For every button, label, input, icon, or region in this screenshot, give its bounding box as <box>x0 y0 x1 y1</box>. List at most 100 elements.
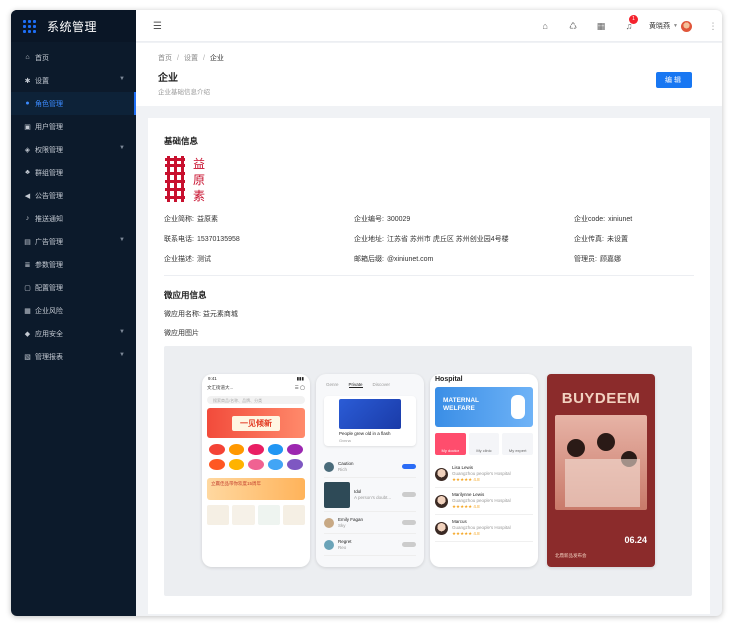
category-icon <box>267 444 284 455</box>
info-field-label: 企业简称: <box>164 216 194 223</box>
sidebar-item[interactable]: ⌂ 首页 <box>11 46 136 69</box>
sidebar-item-label: 角色管理 <box>35 100 63 108</box>
doctor-item: Marilynne Lewis Guangzhou people's Hospit… <box>435 488 533 515</box>
sidebar-item[interactable]: ✱ 设置 ▼ <box>11 69 136 92</box>
info-field: 企业传真: 未设置 <box>574 234 628 244</box>
music-list-item: Caution Rich <box>324 456 416 478</box>
content-card: 基础信息 益 原 素 企业简称: 益原素 企业编号: 300029 企业code: xin… <box>148 118 710 614</box>
music-tab: Genre <box>326 382 339 387</box>
sidebar-item[interactable]: ▧ 管理报表 ▼ <box>11 345 136 368</box>
music-tab: Discover <box>372 382 391 387</box>
sidebar-item[interactable]: ▤ 广告管理 ▼ <box>11 230 136 253</box>
doctor-list: Lisa Lewis Guangzhou people's Hospital ★★★… <box>430 459 538 544</box>
logo-char-1: 益 <box>193 157 205 171</box>
sidebar-item-label: 配置管理 <box>35 284 63 292</box>
music-card: People grew old in a flash Gvnna <box>324 396 416 446</box>
info-field-label: 联系电话: <box>164 236 194 243</box>
product-thumb <box>207 505 230 525</box>
status-time: 9:41 <box>208 376 217 381</box>
music-item-sub: A person's doubt... <box>354 494 392 500</box>
sidebar-item[interactable]: ◆ 应用安全 ▼ <box>11 322 136 345</box>
tile: My expert <box>502 433 534 455</box>
home-icon[interactable]: ⌂ <box>531 21 559 31</box>
music-thumb <box>324 481 350 508</box>
breadcrumb-separator: / <box>202 55 205 62</box>
sidebar-item[interactable]: ● 角色管理 <box>11 92 136 115</box>
app-logo[interactable]: 系统管理 <box>11 10 136 42</box>
shop-products <box>202 500 310 530</box>
image-gallery: 9:41 ▮▮▮ 文汇街道大... ☰ ◯ 搜索商品/名称、品牌、分类 一见倾新 立… <box>164 346 692 596</box>
doctor-rating: 4.8 <box>473 504 480 509</box>
user-menu[interactable]: 黄晓燕 ▼ <box>649 20 692 32</box>
shop-banner: 一见倾新 <box>207 408 305 438</box>
user-name: 黄晓燕 <box>649 23 671 30</box>
album-cover <box>339 399 401 429</box>
music-card-title: People grew old in a flash <box>339 431 391 436</box>
doctor-figure <box>511 395 525 419</box>
play-button <box>402 464 416 469</box>
info-field: 联系电话: 15370135958 <box>164 234 240 244</box>
screenshot-hospital[interactable]: Hospital MATERNAL WELFARE My doctor My cl… <box>430 374 538 567</box>
info-field-label: 邮箱后缀: <box>354 256 384 263</box>
menu-toggle-icon[interactable]: ☰ <box>153 21 162 32</box>
megaphone-icon: ◀ <box>24 192 31 200</box>
sidebar-item[interactable]: ≣ 参数管理 <box>11 253 136 276</box>
sidebar-item[interactable]: ▢ 配置管理 <box>11 276 136 299</box>
more-vertical-icon[interactable]: ⋮ <box>704 21 722 32</box>
edit-button[interactable]: 编辑 <box>656 72 692 88</box>
category-icon <box>248 459 264 470</box>
doctor-avatar <box>435 467 448 481</box>
micro-name-label: 微应用名称: <box>164 311 201 318</box>
doctor-avatar <box>435 521 448 535</box>
info-field-label: 企业描述: <box>164 256 194 263</box>
battery-icon: ▮▮▮ <box>296 376 304 381</box>
sidebar-item[interactable]: ◈ 权限管理 ▼ <box>11 138 136 161</box>
event-date: 06.24 <box>624 535 647 545</box>
gear-icon: ✱ <box>24 77 31 85</box>
chevron-down-icon: ▼ <box>673 23 678 29</box>
breadcrumb-item-settings[interactable]: 设置 <box>184 55 198 62</box>
bell-icon[interactable]: ♫ 1 <box>615 15 643 31</box>
product-thumb <box>257 505 280 525</box>
music-thumb <box>324 539 334 550</box>
sidebar-item-label: 应用安全 <box>35 330 63 338</box>
sidebar-item[interactable]: ◀ 公告管理 <box>11 184 136 207</box>
sidebar-menu: ⌂ 首页 ✱ 设置 ▼ ● 角色管理 ▣ 用户管理 ◈ 权限管理 ▼ ♣ 群组管理 ◀ 公告管理 ♪ 推送通知 ▤ 广… <box>11 42 136 368</box>
shop-search-field: 搜索商品/名称、品牌、分类 <box>207 396 305 404</box>
screenshot-shop[interactable]: 9:41 ▮▮▮ 文汇街道大... ☰ ◯ 搜索商品/名称、品牌、分类 一见倾新 立… <box>202 374 310 567</box>
category-icon <box>209 444 225 455</box>
chevron-down-icon: ▼ <box>119 329 125 335</box>
sidebar-item[interactable]: ▦ 企业风险 <box>11 299 136 322</box>
info-field: 企业描述: 测试 <box>164 254 211 264</box>
screenshot-music[interactable]: Genre Private Discover People grew old i… <box>316 374 424 567</box>
music-tabs: Genre Private Discover <box>316 374 424 392</box>
tile: My clinic <box>468 433 500 455</box>
page-header: 首页 / 设置 / 企业 企业 企业基础信息介绍 编辑 <box>136 43 722 106</box>
doctor-rating: 4.8 <box>473 477 480 482</box>
sidebar-item[interactable]: ♪ 推送通知 <box>11 207 136 230</box>
sidebar-item-label: 管理报表 <box>35 353 63 361</box>
lock-icon: ◆ <box>24 330 31 338</box>
breadcrumb-item-home[interactable]: 首页 <box>158 55 172 62</box>
info-field: 管理员: 顾嘉娜 <box>574 254 621 264</box>
sidebar-item[interactable]: ♣ 群组管理 <box>11 161 136 184</box>
shop-category-grid <box>202 442 310 472</box>
model-figure <box>567 439 585 457</box>
info-field-label: 管理员: <box>574 256 597 263</box>
micro-name-row: 微应用名称: 益元素商城 <box>164 309 238 319</box>
info-field: 企业地址: 江苏省 苏州市 虎丘区 苏州创业园4号楼 <box>354 234 509 244</box>
shield-icon: ◈ <box>24 146 31 154</box>
music-item-sub: Rich <box>338 466 348 472</box>
support-icon[interactable]: ♺ <box>559 21 587 32</box>
top-header: ☰ ⌂ ♺ ▦ ♫ 1 黄晓燕 ▼ ⋮ <box>136 10 722 42</box>
avatar[interactable] <box>681 20 692 32</box>
company-logo: 益 原 素 <box>165 156 205 203</box>
sidebar-item[interactable]: ▣ 用户管理 <box>11 115 136 138</box>
fashion-brand: BUYDEEM <box>561 390 641 407</box>
banner-line: WELFARE <box>443 405 475 412</box>
shop-banner-text: 一见倾新 <box>232 415 280 431</box>
screenshot-fashion[interactable]: BUYDEEM 06.24 北鼎新品发布会 <box>547 374 655 567</box>
layout-icon[interactable]: ▦ <box>587 21 615 32</box>
product-thumb <box>282 505 305 525</box>
info-field: 企业code: xiniunet <box>574 214 632 224</box>
